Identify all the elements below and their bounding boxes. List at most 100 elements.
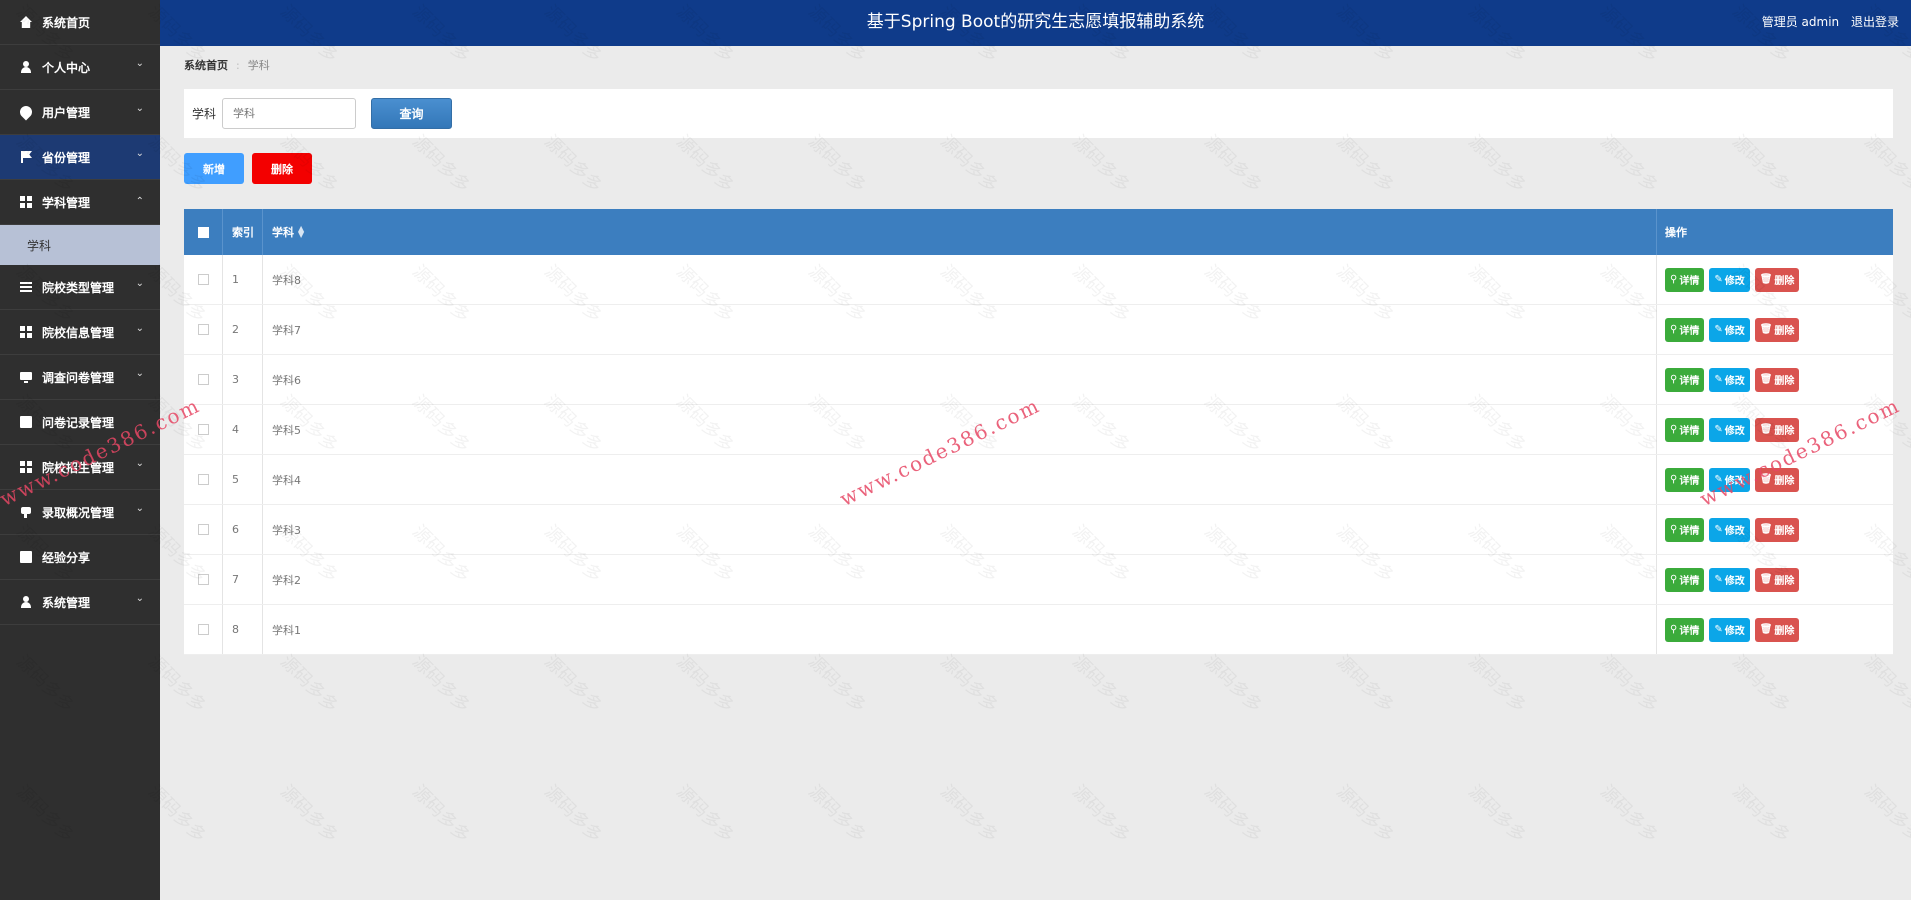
delete-button[interactable]: 🗑 删除	[1754, 517, 1800, 542]
trash-icon: 🗑	[1759, 574, 1773, 585]
sidebar-item-user-management[interactable]: 用户管理 ⌄	[0, 90, 160, 135]
column-header-subject[interactable]: 学科 ▲ ▼	[263, 209, 1657, 255]
row-index: 7	[223, 555, 263, 604]
sort-icon[interactable]: ▲ ▼	[298, 225, 304, 239]
sidebar-item-home[interactable]: 系统首页	[0, 0, 160, 45]
batch-delete-button[interactable]: 删除	[252, 153, 312, 184]
edit-button[interactable]: ✎ 修改	[1709, 567, 1750, 592]
watermark-text: 源码多多	[672, 131, 738, 197]
sidebar-item-school-info-management[interactable]: 院校信息管理 ⌄	[0, 310, 160, 355]
breadcrumb-home[interactable]: 系统首页	[184, 59, 228, 72]
sidebar-item-personal-center[interactable]: 个人中心 ⌄	[0, 45, 160, 90]
sidebar-item-school-type-management[interactable]: 院校类型管理 ⌄	[0, 265, 160, 310]
edit-button-label: 修改	[1724, 326, 1745, 337]
edit-button[interactable]: ✎ 修改	[1709, 367, 1750, 392]
sidebar-item-survey-management[interactable]: 调查问卷管理 ⌄	[0, 355, 160, 400]
watermark-text: 源码多多	[804, 651, 870, 717]
table-row: 5 学科4 ⚲ 详情 ✎ 修改 🗑 删除	[184, 455, 1893, 505]
edit-button[interactable]: ✎ 修改	[1709, 617, 1750, 642]
delete-button[interactable]: 🗑 删除	[1754, 567, 1800, 592]
add-button[interactable]: 新增	[184, 153, 244, 184]
row-checkbox[interactable]	[197, 424, 209, 435]
table-row: 7 学科2 ⚲ 详情 ✎ 修改 🗑 删除	[184, 555, 1893, 605]
detail-button[interactable]: ⚲ 详情	[1665, 317, 1705, 342]
clipboard-icon	[20, 551, 32, 563]
row-index: 6	[223, 505, 263, 554]
row-operations: ⚲ 详情 ✎ 修改 🗑 删除	[1657, 355, 1893, 404]
edit-button[interactable]: ✎ 修改	[1709, 467, 1750, 492]
detail-button[interactable]: ⚲ 详情	[1665, 267, 1705, 292]
sidebar-item-subject-management[interactable]: 学科管理 ⌃	[0, 180, 160, 225]
row-checkbox[interactable]	[197, 624, 209, 635]
user-icon	[20, 596, 32, 608]
sidebar-item-province-management[interactable]: 省份管理 ⌄	[0, 135, 160, 180]
edit-button[interactable]: ✎ 修改	[1709, 517, 1750, 542]
row-index: 8	[223, 605, 263, 654]
edit-button-label: 修改	[1724, 576, 1745, 587]
logout-link[interactable]: 退出登录	[1851, 15, 1899, 29]
edit-button[interactable]: ✎ 修改	[1709, 317, 1750, 342]
delete-button[interactable]: 🗑 删除	[1754, 367, 1800, 392]
pencil-icon: ✎	[1714, 374, 1723, 385]
detail-button[interactable]: ⚲ 详情	[1665, 417, 1705, 442]
row-checkbox[interactable]	[197, 374, 209, 385]
row-index: 3	[223, 355, 263, 404]
watermark-text: 源码多多	[1860, 131, 1911, 197]
row-checkbox[interactable]	[197, 524, 209, 535]
row-checkbox-cell	[184, 555, 223, 604]
delete-button[interactable]: 🗑 删除	[1754, 267, 1800, 292]
header-user-area: 管理员 admin 退出登录	[1754, 0, 1899, 44]
sidebar-item-system-management[interactable]: 系统管理 ⌄	[0, 580, 160, 625]
search-button[interactable]: 查询	[371, 98, 452, 129]
select-all-checkbox[interactable]	[197, 226, 209, 238]
row-checkbox[interactable]	[197, 474, 209, 485]
watermark-text: 源码多多	[1596, 781, 1662, 847]
detail-button-label: 详情	[1679, 576, 1700, 587]
sidebar-item-experience-sharing[interactable]: 经验分享	[0, 535, 160, 580]
sidebar-subitem-subject[interactable]: 学科	[0, 225, 160, 265]
detail-button[interactable]: ⚲ 详情	[1665, 517, 1705, 542]
watermark-text: 源码多多	[540, 781, 606, 847]
watermark-text: 源码多多	[276, 781, 342, 847]
row-subject-name: 学科8	[263, 255, 1657, 304]
detail-button[interactable]: ⚲ 详情	[1665, 467, 1705, 492]
thumb-icon	[20, 506, 32, 518]
monitor-icon	[20, 371, 32, 383]
row-subject-name: 学科3	[263, 505, 1657, 554]
chevron-down-icon: ⌄	[135, 278, 144, 289]
delete-button[interactable]: 🗑 删除	[1754, 467, 1800, 492]
delete-button[interactable]: 🗑 删除	[1754, 317, 1800, 342]
edit-button[interactable]: ✎ 修改	[1709, 417, 1750, 442]
sidebar-item-survey-record-management[interactable]: 问卷记录管理	[0, 400, 160, 445]
watermark-text: 源码多多	[540, 651, 606, 717]
delete-button[interactable]: 🗑 删除	[1754, 417, 1800, 442]
table-body: 1 学科8 ⚲ 详情 ✎ 修改 🗑 删除 2 学科7 ⚲ 详情 ✎ 修改 🗑 删除 3 学科6 ⚲ 详情 ✎ 修改 🗑 删除 4…	[184, 255, 1893, 655]
edit-button-label: 修改	[1724, 526, 1745, 537]
chevron-down-icon: ⌄	[135, 148, 144, 159]
detail-button[interactable]: ⚲ 详情	[1665, 367, 1705, 392]
search-input[interactable]	[222, 98, 356, 129]
row-operations: ⚲ 详情 ✎ 修改 🗑 删除	[1657, 555, 1893, 604]
trash-icon: 🗑	[1759, 424, 1773, 435]
detail-button[interactable]: ⚲ 详情	[1665, 567, 1705, 592]
delete-button-label: 删除	[1774, 376, 1795, 387]
sidebar-item-label: 系统管理	[42, 595, 91, 610]
delete-button-label: 删除	[1774, 476, 1795, 487]
delete-button[interactable]: 🗑 删除	[1754, 617, 1800, 642]
row-checkbox[interactable]	[197, 574, 209, 585]
sidebar-item-admission-management[interactable]: 院校招生管理 ⌄	[0, 445, 160, 490]
row-checkbox[interactable]	[197, 324, 209, 335]
watermark-text: 源码多多	[1068, 651, 1134, 717]
sidebar-item-label: 调查问卷管理	[42, 370, 115, 385]
search-icon: ⚲	[1670, 374, 1678, 385]
edit-button-label: 修改	[1724, 426, 1745, 437]
row-checkbox[interactable]	[197, 274, 209, 285]
sidebar-item-enrollment-overview[interactable]: 录取概况管理 ⌄	[0, 490, 160, 535]
sidebar-item-label: 院校招生管理	[42, 460, 115, 475]
row-index: 4	[223, 405, 263, 454]
chevron-down-icon: ⌄	[135, 323, 144, 334]
detail-button[interactable]: ⚲ 详情	[1665, 617, 1705, 642]
edit-button[interactable]: ✎ 修改	[1709, 267, 1750, 292]
trash-icon: 🗑	[1759, 524, 1773, 535]
row-checkbox-cell	[184, 305, 223, 354]
